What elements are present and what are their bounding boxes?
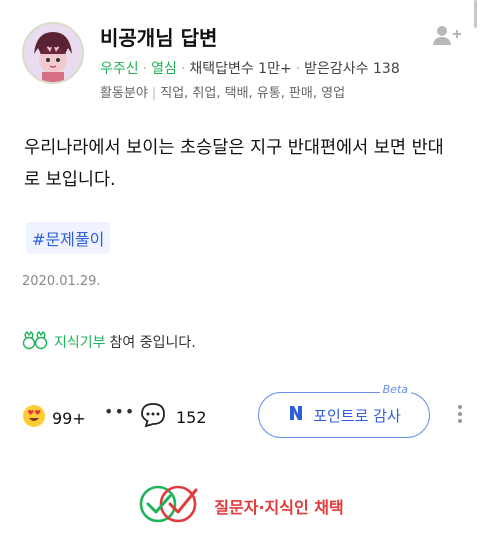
jisik-donation-notice: 지식기부 참여 중입니다. (22, 330, 196, 354)
kebab-menu-icon[interactable] (456, 402, 464, 430)
beta-badge: Beta (379, 383, 411, 396)
answerer-stats: 우주신 · 열심 · 채택답변수 1만+ · 받은감사수 138 (100, 61, 400, 77)
adopt-label: 질문자·지식인 채택 (214, 498, 344, 517)
jisik-brand[interactable]: 지식기부 (54, 332, 106, 352)
activity-fields: 활동분야 | 직업, 취업, 택배, 유통, 판매, 영업 (100, 86, 346, 101)
add-user-icon[interactable] (432, 24, 462, 46)
double-check-icon (136, 482, 202, 530)
heart-eyes-emoji-icon (22, 404, 46, 432)
level-label: 열심 (151, 61, 177, 77)
answerer-name[interactable]: 비공개님 답변 (100, 22, 217, 51)
thanks-label: 받은감사수 (304, 61, 369, 77)
answer-actions: 99+ ••• 152 Beta 포인트로 감사 (22, 383, 464, 440)
scrollbar[interactable] (474, 0, 477, 28)
adopt-button[interactable]: 질문자·지식인 채택 (0, 482, 480, 530)
n-point-icon (287, 404, 305, 426)
hashtag[interactable]: #문제풀이 (26, 222, 111, 254)
reaction-button[interactable]: 99+ (22, 404, 86, 432)
field-label: 활동분야 (100, 86, 148, 101)
donation-icon (22, 330, 48, 354)
field-list: 직업, 취업, 택배, 유통, 판매, 영업 (160, 86, 346, 101)
reaction-more-button[interactable]: ••• (104, 402, 135, 421)
adopt-label: 채택답변수 (189, 61, 254, 77)
answer-text: 우리나라에서 보이는 초승달은 지구 반대편에서 보면 반대로 보입니다. (24, 138, 444, 190)
grade-label: 우주신 (100, 61, 139, 77)
comment-button[interactable]: 152 (140, 402, 207, 432)
avatar[interactable] (22, 22, 84, 84)
jisik-status: 참여 중입니다. (109, 335, 196, 351)
adopt-count: 1만+ (258, 61, 292, 77)
reaction-count: 99+ (52, 408, 86, 428)
comment-icon (140, 402, 166, 432)
point-thanks-button[interactable]: Beta 포인트로 감사 (258, 383, 430, 438)
comment-count: 152 (176, 407, 207, 427)
answer-header: 비공개님 답변 우주신 · 열심 · 채택답변수 1만+ · 받은감사수 138 활동분야 |… (22, 20, 462, 104)
answer-date: 2020.01.29. (22, 274, 101, 289)
thanks-count: 138 (373, 61, 400, 77)
point-thanks-label: 포인트로 감사 (313, 406, 401, 425)
